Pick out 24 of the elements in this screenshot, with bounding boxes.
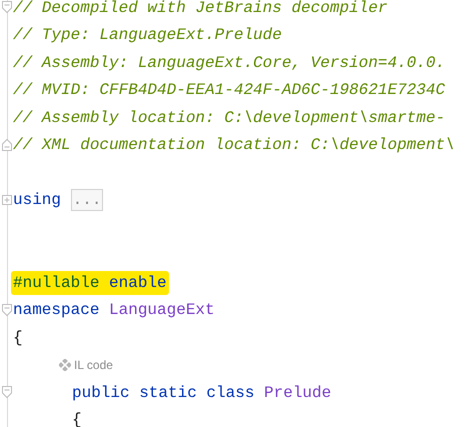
code-token: enable: [109, 272, 167, 294]
code-token: {: [13, 328, 23, 349]
code-token: #nullable: [13, 272, 100, 294]
code-token: namespace: [13, 300, 100, 322]
fold-open-icon[interactable]: [1, 0, 13, 14]
fold-close-icon[interactable]: [1, 138, 13, 152]
code-comment: // XML documentation location: C:\development\: [13, 135, 455, 156]
code-token: using: [13, 190, 62, 212]
diamond-dots-icon: [59, 359, 71, 372]
code-token: public: [72, 382, 130, 404]
code-token: static: [139, 382, 197, 404]
fold-open-icon[interactable]: [1, 302, 13, 316]
code-token: LanguageExt: [109, 300, 215, 322]
code-comment: // Type: LanguageExt.Prelude: [13, 25, 282, 46]
code-comment: // Assembly location: C:\development\smartme-: [13, 108, 446, 129]
code-token: Prelude: [264, 382, 332, 404]
expand-icon[interactable]: [1, 192, 13, 206]
code-token: class: [206, 382, 254, 404]
fold-open-icon[interactable]: [1, 385, 13, 399]
folded-code-placeholder[interactable]: ...: [70, 189, 104, 212]
code-comment: // Assembly: LanguageExt.Core, Version=4.0.0.: [13, 52, 446, 74]
il-code-hint[interactable]: IL code: [74, 356, 113, 374]
code-comment: // Decompiled with JetBrains decompiler: [13, 0, 388, 19]
code-comment: // MVID: CFFB4D4D-EEA1-424F-AD6C-198621E7234C: [13, 80, 446, 102]
